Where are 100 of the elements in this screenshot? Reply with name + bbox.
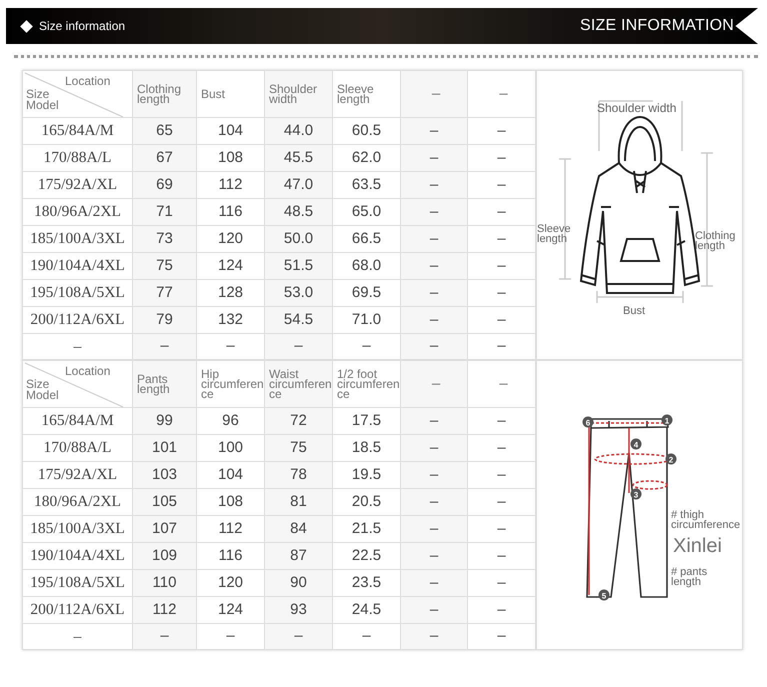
measurement-label: Sleeve length (537, 225, 572, 245)
table-cell: – (401, 462, 468, 489)
marker-badge: 3 (630, 488, 642, 500)
brand-label: Xinlei (673, 537, 722, 555)
table-cell: – (468, 597, 536, 624)
column-header: Pants length (133, 361, 197, 408)
banner-heading: SIZE INFORMATION (580, 16, 734, 36)
table-cell: – (468, 435, 536, 462)
table-cell: – (468, 280, 536, 307)
measurement-label: # thigh circumference (671, 511, 739, 531)
table-cell: – (401, 489, 468, 516)
table-cell: – (401, 172, 468, 199)
table-cell: 50.0 (265, 226, 333, 253)
table-cell: – (401, 543, 468, 570)
table-cell: 84 (265, 516, 333, 543)
measurement-label: # pants length (671, 568, 708, 588)
table-cell: – (401, 118, 468, 145)
table-cell: 103 (133, 462, 197, 489)
table-cell: – (468, 118, 536, 145)
table-cell: 54.5 (265, 307, 333, 334)
table-cell: – (401, 145, 468, 172)
table-cell: – (468, 570, 536, 597)
table-cell: – (468, 145, 536, 172)
table-cell: – (401, 334, 468, 359)
table-cell: 81 (265, 489, 333, 516)
table-cell: 45.5 (265, 145, 333, 172)
table-cell: – (468, 253, 536, 280)
measurement-label: Clothing length (695, 232, 735, 252)
table-cell: 51.5 (265, 253, 333, 280)
row-header: Size (26, 379, 50, 390)
table-cell: – (401, 280, 468, 307)
table-cell: – (468, 334, 536, 359)
column-header: Location (65, 76, 110, 86)
marker-badge: 4 (630, 438, 642, 450)
table-cell: 87 (265, 543, 333, 570)
table-cell: – (401, 199, 468, 226)
table-cell: – (265, 624, 333, 649)
column-header: Location (65, 366, 110, 376)
table-cell: 101 (133, 435, 197, 462)
table-cell: 75 (133, 253, 197, 280)
table-cell: 69 (133, 172, 197, 199)
table-cell: 71 (133, 199, 197, 226)
table-cell: – (401, 597, 468, 624)
table-cell: 73 (133, 226, 197, 253)
marker-badge: 6 (582, 416, 594, 428)
table-cell: – (401, 226, 468, 253)
table-cell: 109 (133, 543, 197, 570)
table-cell: – (401, 516, 468, 543)
table-cell: 78 (265, 462, 333, 489)
table-cell: 107 (133, 516, 197, 543)
table-cell: 105 (133, 489, 197, 516)
table-cell: 93 (265, 597, 333, 624)
table-cell: – (468, 172, 536, 199)
column-header: Waist circumference (265, 361, 333, 408)
table-cell: – (468, 624, 536, 649)
table-cell: 79 (133, 307, 197, 334)
table-cell: 47.0 (265, 172, 333, 199)
table-cell: 65 (133, 118, 197, 145)
table-cell: – (401, 408, 468, 435)
marker-badge: 2 (666, 454, 676, 464)
table-cell: – (468, 462, 536, 489)
table-cell: – (401, 624, 468, 649)
row-header: Model (26, 100, 59, 110)
measurement-label: Bust (623, 307, 646, 317)
banner-title: Size information (39, 18, 126, 35)
table-cell: – (468, 489, 536, 516)
table-cell: – (401, 307, 468, 334)
column-header: Clothing length (133, 71, 197, 118)
table-cell: – (468, 199, 536, 226)
table-cell: – (401, 570, 468, 597)
table-cell: – (468, 408, 536, 435)
table-cell: – (133, 334, 197, 359)
table-cell: 53.0 (265, 280, 333, 307)
marker-badge: 5 (598, 590, 610, 600)
column-header: – (401, 71, 468, 118)
column-header: – (401, 361, 468, 408)
table-cell: – (401, 435, 468, 462)
table-cell: – (401, 253, 468, 280)
table-cell: 72 (265, 408, 333, 435)
table-cell: 77 (133, 280, 197, 307)
table-cell: 112 (133, 597, 197, 624)
column-header: – (468, 71, 536, 118)
row-header: Size (26, 89, 50, 100)
table-cell: – (468, 543, 536, 570)
row-header: Model (26, 390, 59, 400)
table-cell: – (133, 624, 197, 649)
table-cell: 90 (265, 570, 333, 597)
table-cell: – (468, 226, 536, 253)
table-cell: – (468, 307, 536, 334)
table-cell: – (468, 516, 536, 543)
table-cell: 48.5 (265, 199, 333, 226)
table-cell: 44.0 (265, 118, 333, 145)
column-header: Shoulder width (265, 71, 333, 118)
table-cell: 67 (133, 145, 197, 172)
marker-badge: 1 (662, 414, 672, 426)
table-cell: 110 (133, 570, 197, 597)
measurement-label: Shoulder width (597, 103, 676, 114)
table-cell: 99 (133, 408, 197, 435)
column-header: – (468, 361, 536, 408)
table-cell: – (265, 334, 333, 359)
